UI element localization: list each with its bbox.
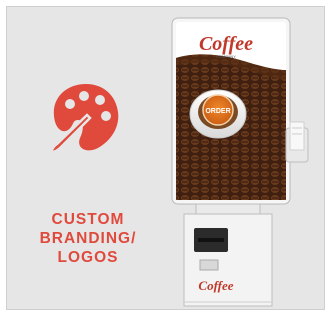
caption-line-2: BRANDING/ bbox=[39, 230, 137, 247]
order-button[interactable]: ORDER bbox=[205, 108, 230, 115]
palette-brush-icon bbox=[49, 84, 119, 154]
caption-line-1: CUSTOM bbox=[51, 211, 125, 228]
screen-logo-sub: COMPANY bbox=[216, 54, 236, 59]
caption-line-3: LOGOS bbox=[57, 249, 119, 266]
screen-logo: Coffee bbox=[199, 33, 253, 55]
branding-caption: CUSTOM BRANDING/ LOGOS bbox=[38, 210, 138, 267]
base-logo: Coffee bbox=[198, 278, 233, 293]
kiosk-illustration: Coffee COMPANY ORDER Coffee bbox=[171, 17, 309, 307]
